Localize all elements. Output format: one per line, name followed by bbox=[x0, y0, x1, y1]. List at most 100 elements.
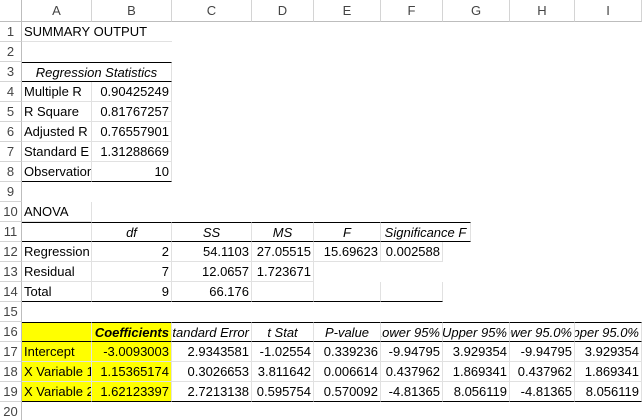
column-header-f[interactable]: F bbox=[381, 0, 443, 22]
anova-row-label[interactable]: Total bbox=[22, 282, 92, 302]
coef-cell-standard-error[interactable]: 0.3026653 bbox=[172, 362, 252, 382]
anova-header-significance-f[interactable]: Significance F bbox=[381, 222, 471, 242]
anova-cell-significance-f[interactable]: 0.002588 bbox=[381, 242, 443, 262]
anova-cell-df[interactable]: 9 bbox=[92, 282, 172, 302]
coef-header-lower-95-0[interactable]: Lower 95.0% bbox=[510, 322, 575, 342]
stat-label-adjusted-r[interactable]: Adjusted R bbox=[22, 122, 92, 142]
coef-cell-coefficient[interactable]: 1.62123397 bbox=[92, 382, 172, 402]
column-header-d[interactable]: D bbox=[252, 0, 314, 22]
anova-cell-df[interactable]: 2 bbox=[92, 242, 172, 262]
row-header[interactable]: 12 bbox=[0, 242, 22, 262]
coef-cell-p-value[interactable]: 0.339236 bbox=[314, 342, 381, 362]
anova-cell-ms[interactable] bbox=[252, 282, 314, 302]
coef-cell-upper-95[interactable]: 3.929354 bbox=[443, 342, 510, 362]
stat-label-observations[interactable]: Observations bbox=[22, 162, 92, 182]
spreadsheet-grid[interactable]: A B C D E F G H I 1 2 3 4 5 6 7 8 9 10 1… bbox=[0, 0, 642, 420]
coef-header-lower-95[interactable]: Lower 95% bbox=[381, 322, 443, 342]
anova-title[interactable]: ANOVA bbox=[22, 202, 92, 222]
coef-cell-lower-95-0[interactable]: -9.94795 bbox=[510, 342, 575, 362]
column-header-a[interactable]: A bbox=[22, 0, 92, 22]
row-header[interactable]: 16 bbox=[0, 322, 22, 342]
anova-row-label[interactable]: Regression bbox=[22, 242, 92, 262]
coef-cell-t-stat[interactable]: -1.02554 bbox=[252, 342, 314, 362]
coef-cell-lower-95-0[interactable]: -4.81365 bbox=[510, 382, 575, 402]
anova-cell-ss[interactable]: 12.0657 bbox=[172, 262, 252, 282]
coef-cell-t-stat[interactable]: 0.595754 bbox=[252, 382, 314, 402]
row-header[interactable]: 15 bbox=[0, 302, 22, 322]
select-all-corner[interactable] bbox=[0, 0, 22, 22]
anova-cell-ss[interactable]: 54.1103 bbox=[172, 242, 252, 262]
coef-cell-lower-95[interactable]: 0.437962 bbox=[381, 362, 443, 382]
row-header[interactable]: 9 bbox=[0, 182, 22, 202]
coef-cell-upper-95[interactable]: 1.869341 bbox=[443, 362, 510, 382]
anova-header-df[interactable]: df bbox=[92, 222, 172, 242]
anova-cell-f[interactable] bbox=[314, 282, 381, 302]
row-header[interactable]: 14 bbox=[0, 282, 22, 302]
coef-cell-coefficient[interactable]: 1.15365174 bbox=[92, 362, 172, 382]
column-header-b[interactable]: B bbox=[92, 0, 172, 22]
coef-cell-lower-95[interactable]: -9.94795 bbox=[381, 342, 443, 362]
coef-header-t-stat[interactable]: t Stat bbox=[252, 322, 314, 342]
row-header[interactable]: 20 bbox=[0, 402, 22, 420]
row-header[interactable]: 18 bbox=[0, 362, 22, 382]
coef-cell-p-value[interactable]: 0.570092 bbox=[314, 382, 381, 402]
column-header-h[interactable]: H bbox=[510, 0, 575, 22]
column-header-e[interactable]: E bbox=[314, 0, 381, 22]
coef-header-blank[interactable] bbox=[22, 322, 92, 342]
stat-value-multiple-r[interactable]: 0.90425249 bbox=[92, 82, 172, 102]
stat-value-standard-error[interactable]: 1.31288669 bbox=[92, 142, 172, 162]
anova-header-ms[interactable]: MS bbox=[252, 222, 314, 242]
stat-value-observations[interactable]: 10 bbox=[92, 162, 172, 182]
anova-cell-f[interactable]: 15.69623 bbox=[314, 242, 381, 262]
row-header[interactable]: 17 bbox=[0, 342, 22, 362]
regression-statistics-header[interactable]: Regression Statistics bbox=[22, 62, 172, 82]
coef-header-p-value[interactable]: P-value bbox=[314, 322, 381, 342]
stat-label-r-square[interactable]: R Square bbox=[22, 102, 92, 122]
stat-value-adjusted-r[interactable]: 0.76557901 bbox=[92, 122, 172, 142]
row-header[interactable]: 19 bbox=[0, 382, 22, 402]
coef-header-upper-95[interactable]: Upper 95% bbox=[443, 322, 510, 342]
coef-cell-lower-95-0[interactable]: 0.437962 bbox=[510, 362, 575, 382]
anova-header-ss[interactable]: SS bbox=[172, 222, 252, 242]
coef-cell-lower-95[interactable]: -4.81365 bbox=[381, 382, 443, 402]
anova-cell-ss[interactable]: 66.176 bbox=[172, 282, 252, 302]
anova-cell-df[interactable]: 7 bbox=[92, 262, 172, 282]
row-header[interactable]: 5 bbox=[0, 102, 22, 122]
coef-header-upper-95-0[interactable]: Upper 95.0% bbox=[575, 322, 642, 342]
coef-cell-standard-error[interactable]: 2.7213138 bbox=[172, 382, 252, 402]
column-header-i[interactable]: I bbox=[575, 0, 642, 22]
row-header[interactable]: 2 bbox=[0, 42, 22, 62]
coef-cell-standard-error[interactable]: 2.9343581 bbox=[172, 342, 252, 362]
stat-label-multiple-r[interactable]: Multiple R bbox=[22, 82, 92, 102]
anova-row-label[interactable]: Residual bbox=[22, 262, 92, 282]
stat-label-standard-error[interactable]: Standard E bbox=[22, 142, 92, 162]
coef-cell-upper-95-0[interactable]: 1.869341 bbox=[575, 362, 642, 382]
summary-output-title[interactable]: SUMMARY OUTPUT bbox=[22, 22, 172, 42]
coef-header-standard-error[interactable]: Standard Error bbox=[172, 322, 252, 342]
row-header[interactable]: 7 bbox=[0, 142, 22, 162]
anova-header-f[interactable]: F bbox=[314, 222, 381, 242]
coef-cell-upper-95-0[interactable]: 3.929354 bbox=[575, 342, 642, 362]
coef-row-label[interactable]: X Variable 1 bbox=[22, 362, 92, 382]
anova-cell-ms[interactable]: 1.723671 bbox=[252, 262, 314, 282]
row-header[interactable]: 10 bbox=[0, 202, 22, 222]
coef-cell-upper-95[interactable]: 8.056119 bbox=[443, 382, 510, 402]
column-header-c[interactable]: C bbox=[172, 0, 252, 22]
anova-header-blank[interactable] bbox=[22, 222, 92, 242]
coef-cell-p-value[interactable]: 0.006614 bbox=[314, 362, 381, 382]
stat-value-r-square[interactable]: 0.81767257 bbox=[92, 102, 172, 122]
coef-cell-upper-95-0[interactable]: 8.056119 bbox=[575, 382, 642, 402]
row-header[interactable]: 11 bbox=[0, 222, 22, 242]
row-header[interactable]: 8 bbox=[0, 162, 22, 182]
coef-cell-t-stat[interactable]: 3.811642 bbox=[252, 362, 314, 382]
coef-cell-coefficient[interactable]: -3.0093003 bbox=[92, 342, 172, 362]
anova-cell-significance-f[interactable] bbox=[381, 282, 443, 302]
row-header[interactable]: 4 bbox=[0, 82, 22, 102]
column-header-g[interactable]: G bbox=[443, 0, 510, 22]
row-header[interactable]: 1 bbox=[0, 22, 22, 42]
row-header[interactable]: 13 bbox=[0, 262, 22, 282]
anova-cell-ms[interactable]: 27.05515 bbox=[252, 242, 314, 262]
coef-header-coefficients[interactable]: Coefficients bbox=[92, 322, 172, 342]
coef-row-label[interactable]: X Variable 2 bbox=[22, 382, 92, 402]
row-header[interactable]: 3 bbox=[0, 62, 22, 82]
